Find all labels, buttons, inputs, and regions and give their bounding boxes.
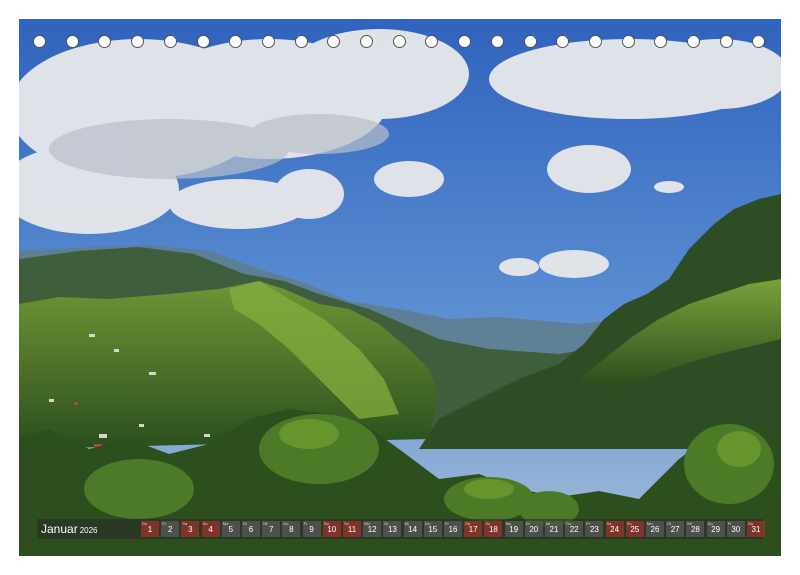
day-cell: Di 20	[524, 521, 543, 537]
day-cell: Sa 24	[605, 521, 624, 537]
month-name: Januar	[41, 522, 78, 536]
day-number: 27	[670, 525, 680, 534]
binding-hole	[98, 35, 112, 48]
day-number: 13	[387, 525, 397, 534]
binding-hole	[523, 35, 537, 48]
day-cell: Sa 3	[181, 521, 200, 537]
day-number: 16	[448, 525, 458, 534]
day-number: 1	[147, 525, 153, 534]
day-number: 11	[347, 525, 357, 534]
day-cell: Fr 2	[161, 521, 180, 537]
binding-hole	[65, 35, 79, 48]
spiral-binding-holes	[33, 35, 768, 49]
day-cell: Mo 12	[363, 521, 382, 537]
day-cell: Do 8	[282, 521, 301, 537]
day-number: 31	[751, 525, 761, 534]
day-number: 2	[167, 525, 173, 534]
day-number: 3	[188, 525, 193, 534]
day-cell: Fr 16	[444, 521, 462, 537]
day-cell: Sa 31	[747, 521, 765, 537]
binding-hole	[425, 35, 439, 48]
day-number: 17	[468, 525, 478, 534]
binding-hole	[294, 35, 308, 48]
binding-hole	[458, 35, 472, 48]
binding-hole	[556, 35, 570, 48]
day-cell: Mi 21	[545, 521, 563, 537]
binding-hole	[196, 35, 210, 48]
day-number: 14	[408, 525, 418, 534]
month-label: Januar 2026	[41, 522, 98, 538]
day-cell: So 18	[484, 521, 503, 537]
day-number: 6	[248, 525, 254, 534]
binding-hole	[490, 35, 504, 48]
day-number: 21	[549, 525, 559, 534]
day-cell: So 25	[625, 521, 644, 537]
year-label: 2026	[79, 526, 98, 535]
day-number: 15	[428, 525, 438, 534]
binding-hole	[33, 35, 46, 48]
day-number: 28	[690, 525, 700, 534]
day-number: 26	[650, 525, 660, 534]
day-cell: Sa 10	[322, 521, 341, 537]
binding-hole	[163, 35, 177, 48]
day-cell: Do 1	[141, 521, 159, 537]
binding-hole	[229, 35, 243, 48]
day-cell: Di 6	[242, 521, 260, 537]
calendar-strip: Januar 2026 Do 1 Fr 2 Sa 3 So 4 Mo 5 Di 6 Mi 7 Do 8 Fr 9 Sa…	[37, 519, 765, 539]
binding-hole	[621, 35, 635, 48]
day-number: 29	[711, 525, 721, 534]
day-cell: Mi 14	[403, 521, 422, 537]
day-number: 8	[289, 525, 294, 534]
day-cell: Mo 5	[221, 521, 240, 537]
day-number: 24	[610, 525, 620, 534]
day-cell: Mo 19	[504, 521, 523, 537]
day-cell: So 4	[201, 521, 220, 537]
day-number: 9	[309, 525, 314, 534]
day-number: 30	[731, 525, 741, 534]
binding-hole	[392, 35, 406, 48]
binding-hole	[687, 35, 700, 48]
day-number: 20	[529, 525, 539, 534]
day-cell: Do 15	[423, 521, 442, 537]
day-cell: Do 29	[706, 521, 725, 537]
day-cell: Di 13	[383, 521, 402, 537]
day-number: 4	[208, 525, 213, 534]
day-number: 7	[268, 525, 274, 534]
binding-hole	[261, 35, 275, 48]
landscape-photo	[19, 19, 781, 556]
binding-hole	[588, 35, 602, 48]
binding-hole	[131, 35, 145, 48]
day-cell: Sa 17	[464, 521, 483, 537]
day-cell: Di 27	[666, 521, 685, 537]
day-number: 10	[327, 525, 337, 534]
binding-hole	[327, 35, 341, 48]
day-cell: So 11	[343, 521, 361, 537]
day-cell: Do 22	[565, 521, 584, 537]
day-cell: Fr 9	[302, 521, 321, 537]
day-cell: Fr 23	[585, 521, 604, 537]
binding-hole	[752, 35, 766, 48]
day-cell: Mi 28	[686, 521, 705, 537]
binding-hole	[654, 35, 668, 48]
day-number: 19	[509, 525, 519, 534]
day-cell: Mo 26	[646, 521, 664, 537]
day-number: 23	[589, 525, 599, 534]
day-number: 12	[367, 525, 377, 534]
binding-hole	[719, 35, 733, 48]
day-number: 5	[228, 525, 234, 534]
day-number: 18	[488, 525, 498, 534]
day-number: 25	[630, 525, 640, 534]
binding-hole	[360, 35, 373, 48]
day-cell: Fr 30	[726, 521, 745, 537]
day-cell: Mi 7	[262, 521, 281, 537]
day-number: 22	[569, 525, 579, 534]
